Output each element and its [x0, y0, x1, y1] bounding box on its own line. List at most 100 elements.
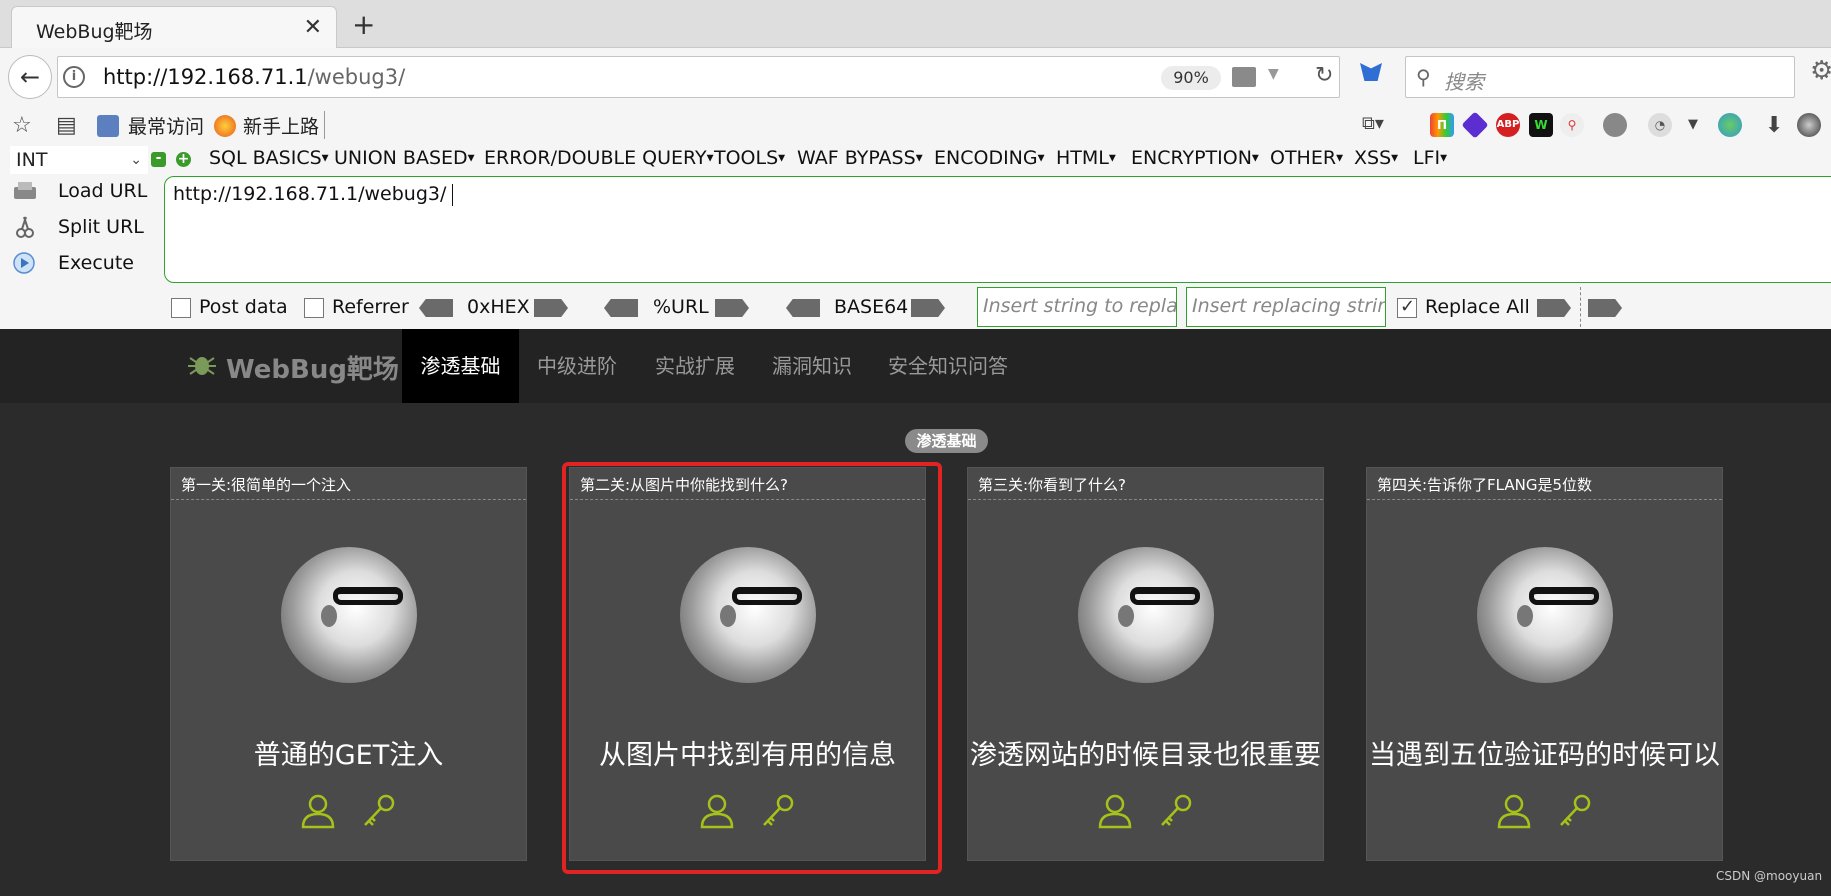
watermark: CSDN @mooyuan: [1716, 869, 1823, 883]
key-icon[interactable]: [1557, 793, 1593, 829]
hex-label: 0xHEX: [467, 296, 530, 318]
chevron-down-icon: ▼: [467, 153, 475, 164]
level-card[interactable]: 第四关:告诉你了FLANG是5位数 当遇到五位验证码的时候可以: [1366, 467, 1723, 861]
referrer-checkbox[interactable]: [304, 298, 324, 318]
site-logo[interactable]: WebBug靶场: [188, 349, 399, 386]
menu-waf-bypass[interactable]: WAF BYPASS▼: [797, 147, 923, 169]
menu-lfi[interactable]: LFI▼: [1413, 147, 1447, 169]
zoom-indicator[interactable]: 90%: [1161, 66, 1221, 90]
hackbar-ext-icon[interactable]: П: [1430, 113, 1454, 137]
close-tab-icon[interactable]: ✕: [304, 15, 322, 40]
url-textarea[interactable]: http://192.168.71.1/webug3/: [164, 176, 1831, 283]
back-button[interactable]: ←: [8, 55, 52, 99]
nav-vuln-knowledge[interactable]: 漏洞知识: [763, 329, 861, 403]
base64-encode-button[interactable]: [911, 299, 945, 317]
menu-label: ENCRYPTION: [1131, 147, 1252, 169]
key-icon[interactable]: [361, 793, 397, 829]
menu-label: WAF BYPASS: [797, 147, 916, 169]
search-icon: ⚲: [1416, 65, 1431, 89]
replace-right-button[interactable]: [1588, 299, 1622, 317]
profile-icon[interactable]: [1797, 113, 1821, 137]
url-host: http://192.168.71.1: [103, 65, 308, 89]
menu-other[interactable]: OTHER▼: [1270, 147, 1343, 169]
site-navbar: WebBug靶场 渗透基础 中级进阶 实战扩展 漏洞知识 安全知识问答: [0, 329, 1831, 403]
arrow-left-icon: ←: [19, 63, 41, 91]
url-bar[interactable]: i http://192.168.71.1/webug3/ 90% ▼ ↻: [57, 56, 1340, 98]
url-encode-button[interactable]: [715, 299, 749, 317]
level-card[interactable]: 第一关:很简单的一个注入 普通的GET注入: [170, 467, 527, 861]
replace-left-button[interactable]: [1537, 299, 1571, 317]
palette-icon[interactable]: ◔: [1648, 113, 1672, 137]
chevron-down-icon[interactable]: ▼: [1688, 117, 1698, 132]
highlight-annotation-box: [562, 462, 942, 874]
execute-button[interactable]: Execute: [12, 249, 162, 279]
search-input[interactable]: 搜索: [1444, 66, 1484, 95]
site-logo-text: WebBug靶场: [226, 355, 399, 385]
card-title: 当遇到五位验证码的时候可以: [1369, 740, 1720, 771]
layers-ext-icon[interactable]: [1461, 111, 1489, 139]
base64-label: BASE64: [834, 296, 909, 318]
chevron-down-icon[interactable]: ▼: [1268, 66, 1279, 82]
minus-icon[interactable]: -: [151, 151, 166, 167]
plus-icon[interactable]: +: [176, 152, 191, 167]
star-icon[interactable]: ☆: [12, 113, 32, 138]
browser-tab[interactable]: WebBug靶场 ✕: [11, 6, 337, 49]
info-icon[interactable]: i: [63, 66, 85, 88]
reload-icon[interactable]: ↻: [1315, 63, 1333, 88]
search-bar[interactable]: ⚲ 搜索: [1405, 56, 1795, 98]
nav-practical[interactable]: 实战扩展: [646, 329, 744, 403]
execute-label: Execute: [58, 252, 134, 274]
menu-encryption[interactable]: ENCRYPTION▼: [1131, 147, 1259, 169]
load-url-button[interactable]: Load URL: [12, 177, 162, 207]
nav-intermediate[interactable]: 中级进阶: [528, 329, 626, 403]
nav-security-qa[interactable]: 安全知识问答: [880, 329, 1016, 403]
bookmark-getting-started[interactable]: 新手上路: [243, 112, 319, 139]
insert-replacing-input[interactable]: Insert replacing string: [1186, 287, 1386, 327]
wappalyzer-icon[interactable]: W: [1529, 113, 1553, 137]
mode-value: INT: [16, 149, 48, 171]
download-icon[interactable]: ⬇: [1765, 113, 1783, 138]
pages-icon[interactable]: ⧉▾: [1362, 113, 1384, 134]
menu-xss[interactable]: XSS▼: [1354, 147, 1398, 169]
level-card[interactable]: 第三关:你看到了什么? 渗透网站的时候目录也很重要: [967, 467, 1324, 861]
globe-icon[interactable]: [1718, 113, 1742, 137]
adblock-icon[interactable]: ABP: [1496, 113, 1520, 137]
menu-encoding[interactable]: ENCODING▼: [934, 147, 1045, 169]
user-icon[interactable]: [1097, 793, 1133, 829]
reader-view-icon[interactable]: [1232, 67, 1256, 87]
menu-label: SQL BASICS: [209, 147, 322, 169]
fox-extension-icon[interactable]: [1360, 63, 1382, 81]
base64-decode-button[interactable]: [786, 299, 820, 317]
split-url-button[interactable]: Split URL: [12, 213, 162, 243]
split-url-icon: [16, 216, 34, 238]
hex-decode-button[interactable]: [419, 299, 453, 317]
user-icon[interactable]: [1496, 793, 1532, 829]
key-icon[interactable]: [1158, 793, 1194, 829]
hex-encode-button[interactable]: [534, 299, 568, 317]
url-decode-button[interactable]: [604, 299, 638, 317]
menu-html[interactable]: HTML▼: [1056, 147, 1116, 169]
chevron-down-icon: ▼: [1108, 153, 1116, 164]
insert-string-input[interactable]: Insert string to replace: [977, 287, 1177, 327]
replace-all-checkbox[interactable]: [1397, 296, 1417, 318]
card-header: 第三关:你看到了什么?: [968, 468, 1323, 500]
menu-error-double-query[interactable]: ERROR/DOUBLE QUERY▼: [484, 147, 714, 169]
url-textarea-text: http://192.168.71.1/webug3/: [173, 183, 447, 205]
nav-penetration-basics[interactable]: 渗透基础: [402, 329, 519, 403]
menu-tools[interactable]: TOOLS▼: [714, 147, 785, 169]
text-cursor: [452, 183, 454, 206]
new-tab-button[interactable]: +: [352, 8, 375, 41]
mode-select[interactable]: INT ⌄: [10, 146, 148, 174]
magnifier-ext-icon[interactable]: ⚲: [1560, 113, 1584, 137]
bookmark-most-visited[interactable]: 最常访问: [128, 112, 204, 139]
post-data-checkbox[interactable]: [171, 298, 191, 318]
bookmarks-list-icon[interactable]: ▤: [56, 113, 77, 138]
proxy-icon[interactable]: [1603, 113, 1627, 137]
gear-icon[interactable]: ⚙: [1810, 56, 1831, 86]
menu-sql-basics[interactable]: SQL BASICS▼: [209, 147, 329, 169]
menu-union-based[interactable]: UNION BASED▼: [334, 147, 475, 169]
bookmarks-bar: ☆ ▤ 最常访问 新手上路 ⧉▾ П ABP W ⚲ ◔ ▼ ⬇: [0, 107, 1831, 145]
user-icon[interactable]: [300, 793, 336, 829]
load-url-icon: [14, 182, 36, 199]
url-text[interactable]: http://192.168.71.1/webug3/: [103, 65, 405, 89]
